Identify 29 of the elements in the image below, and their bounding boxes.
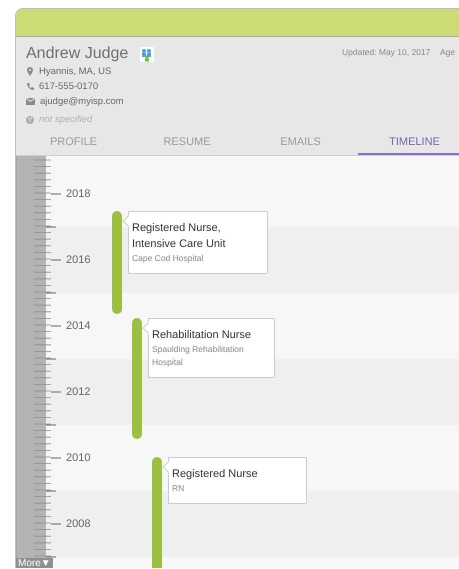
phone-icon bbox=[26, 82, 34, 90]
position-title: Rehabilitation Nurse bbox=[152, 328, 252, 343]
location-pin-icon bbox=[26, 67, 34, 76]
globe-icon bbox=[26, 116, 34, 124]
organization-name: RN bbox=[172, 482, 186, 495]
year-label: 2012 bbox=[66, 386, 90, 398]
position-title: Registered Nurse, Intensive Care Unit bbox=[132, 221, 227, 252]
person-name: Andrew Judge bbox=[26, 45, 128, 63]
location-text: Hyannis, MA, US bbox=[39, 66, 112, 77]
tab[interactable]: PROFILE bbox=[16, 132, 131, 155]
year-label: 2016 bbox=[66, 254, 90, 266]
position-title: Registered Nurse bbox=[172, 467, 259, 482]
card-pointer-icon bbox=[142, 322, 149, 334]
year-label: 2010 bbox=[66, 452, 90, 464]
year-label: 2014 bbox=[66, 320, 90, 332]
tab[interactable]: EMAILS bbox=[243, 132, 358, 155]
age-label: Age bbox=[440, 47, 456, 57]
organization-name: Spaulding Rehabilitation Hospital bbox=[152, 343, 245, 369]
more-button[interactable]: More▼ bbox=[16, 558, 53, 568]
updated-date: Updated: May 10, 2017 bbox=[342, 47, 430, 57]
phone-number: 617-555-0170 bbox=[39, 81, 98, 92]
tab[interactable]: RESUME bbox=[131, 132, 243, 155]
organization-name: Cape Cod Hospital bbox=[132, 252, 204, 265]
year-label: 2008 bbox=[66, 518, 90, 530]
year-label: 2018 bbox=[66, 188, 90, 200]
email-address: ajudge@myisp.com bbox=[40, 96, 124, 107]
envelope-icon bbox=[26, 98, 35, 105]
people-icon bbox=[140, 46, 154, 62]
card-pointer-icon bbox=[162, 461, 169, 473]
